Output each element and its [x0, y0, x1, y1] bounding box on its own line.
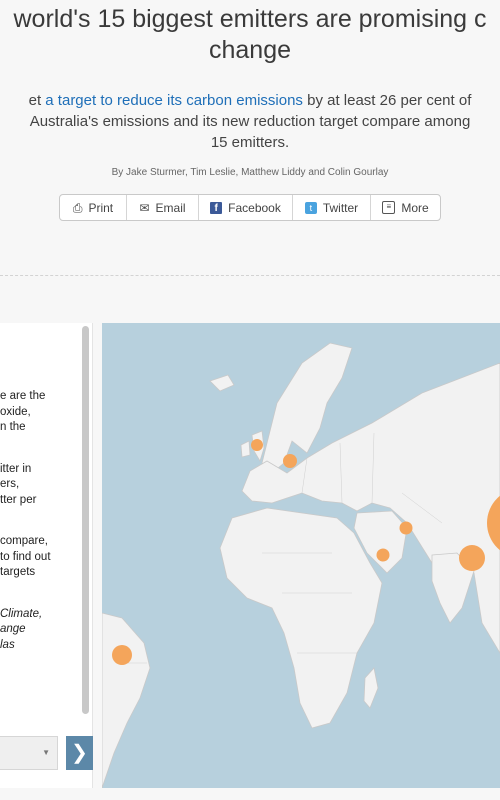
- panel-text-line: las: [0, 638, 15, 651]
- info-panel: e are the oxide, n the itter in ers, tte…: [0, 323, 93, 788]
- intro-line-1: et a target to reduce its carbon emissio…: [0, 90, 500, 111]
- panel-scrollbar[interactable]: [82, 326, 89, 714]
- marker-brazil[interactable]: [112, 645, 132, 665]
- intro-text: by at least 26 per cent of: [302, 92, 472, 109]
- panel-text-line: itter in: [0, 462, 32, 475]
- panel-paragraph-1: e are the oxide, n the: [0, 389, 51, 436]
- world-map[interactable]: [102, 323, 500, 788]
- map-svg: [102, 342, 500, 788]
- print-icon: ⎙: [72, 200, 83, 215]
- panel-text-line: ers,: [0, 478, 20, 490]
- marker-uk[interactable]: [251, 439, 263, 451]
- panel-text-line: tter per: [0, 493, 37, 506]
- panel-text-line: e are the: [0, 390, 46, 402]
- email-button[interactable]: ✉ Email: [127, 195, 199, 220]
- land-masses: [102, 342, 500, 788]
- panel-text-line: targets: [0, 566, 36, 578]
- panel-paragraph-3: compare, to find out targets: [0, 534, 51, 581]
- intro-text: et: [28, 92, 46, 109]
- twitter-icon: t: [304, 201, 317, 214]
- share-bar: ⎙ Print ✉ Email f Facebook t Twitter ≡ M…: [59, 194, 441, 221]
- more-icon: ≡: [382, 201, 396, 214]
- madagascar: [363, 667, 379, 709]
- more-button[interactable]: ≡ More: [371, 195, 440, 220]
- twitter-button[interactable]: t Twitter: [293, 195, 371, 220]
- intro-line-3: 15 emitters.: [210, 134, 290, 151]
- ireland: [240, 440, 251, 458]
- africa: [219, 507, 383, 729]
- info-panel-text: e are the oxide, n the itter in ers, tte…: [0, 389, 51, 679]
- title-line-1: world's 15 biggest emitters are promisin…: [13, 5, 487, 33]
- twitter-label: Twitter: [322, 200, 359, 215]
- panel-paragraph-2: itter in ers, tter per: [0, 462, 51, 509]
- marker-india[interactable]: [459, 545, 485, 571]
- facebook-icon: f: [210, 201, 223, 214]
- intro-paragraph: et a target to reduce its carbon emissio…: [0, 90, 500, 153]
- panel-text-line: Climate,: [0, 607, 43, 620]
- panel-text-line: oxide,: [0, 405, 31, 418]
- marker-germany[interactable]: [283, 454, 297, 468]
- section-divider: [0, 275, 500, 276]
- south-america: [102, 612, 151, 788]
- chevron-down-icon: ▼: [42, 748, 50, 757]
- facebook-button[interactable]: f Facebook: [199, 195, 293, 220]
- panel-text-line: to find out: [0, 550, 51, 563]
- intro-line-2: Australia's emissions and its new reduct…: [29, 113, 471, 130]
- envelope-icon: ✉: [139, 200, 150, 215]
- panel-text-line: compare,: [0, 535, 48, 547]
- panel-paragraph-4: Climate, ange las: [0, 607, 51, 654]
- iceland: [209, 374, 235, 392]
- facebook-label: Facebook: [228, 200, 281, 215]
- country-select[interactable]: ▼: [0, 736, 58, 770]
- marker-saudi-arabia[interactable]: [376, 548, 390, 562]
- more-label: More: [401, 200, 429, 215]
- print-label: Print: [88, 200, 114, 215]
- title-line-2: change: [208, 36, 292, 64]
- print-button[interactable]: ⎙ Print: [60, 195, 127, 220]
- emissions-target-link[interactable]: a target to reduce its carbon emissions: [45, 92, 303, 109]
- next-button[interactable]: ❯: [66, 736, 93, 770]
- panel-text-line: n the: [0, 421, 26, 433]
- panel-text-line: ange: [0, 623, 26, 635]
- email-label: Email: [155, 200, 186, 215]
- page-title: world's 15 biggest emitters are promisin…: [0, 4, 500, 66]
- byline: By Jake Sturmer, Tim Leslie, Matthew Lid…: [111, 167, 389, 178]
- marker-iran[interactable]: [399, 521, 413, 535]
